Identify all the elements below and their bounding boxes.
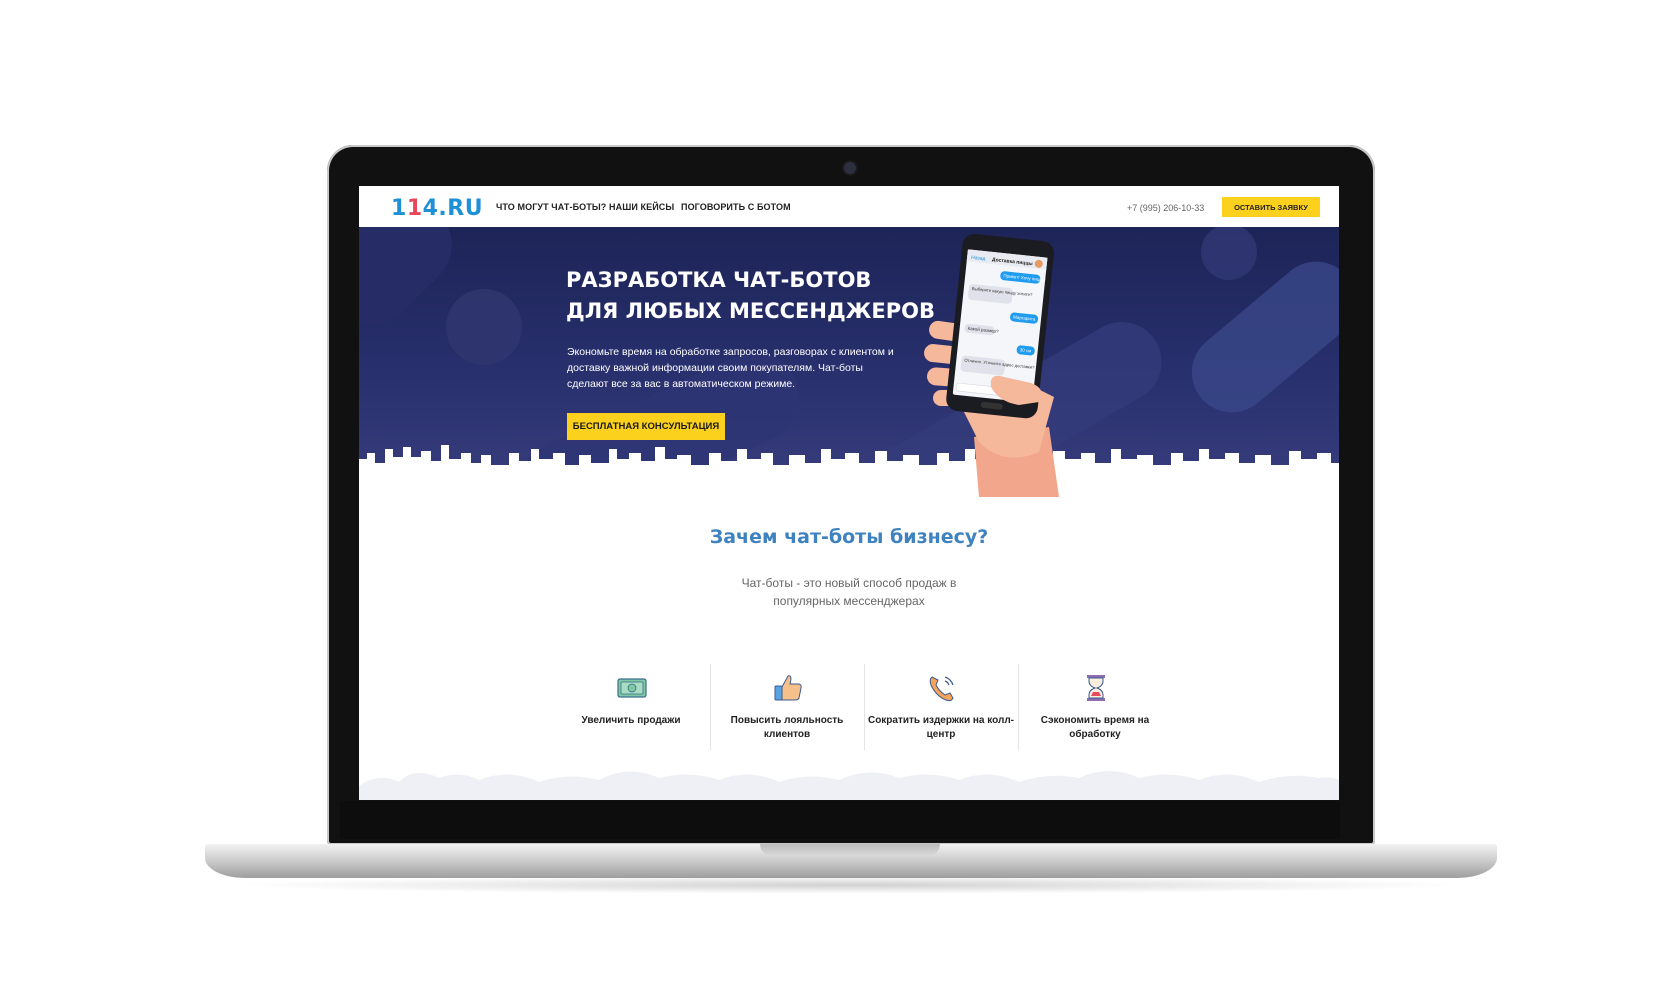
feature-label: Сократить издержки на колл-центр xyxy=(867,715,1015,740)
leave-request-button[interactable]: ОСТАВИТЬ ЗАЯВКУ xyxy=(1222,197,1320,217)
feature-increase-sales: Увеличить продажи xyxy=(554,664,708,754)
feature-label: Увеличить продажи xyxy=(581,715,681,726)
phone-call-icon xyxy=(929,676,954,702)
laptop-bezel xyxy=(340,801,1340,839)
hero-section: РАЗРАБОТКА ЧАТ-БОТОВ ДЛЯ ЛЮБЫХ МЕССЕНДЖЕ… xyxy=(359,227,1339,497)
feature-label: Повысить лояльность клиентов xyxy=(730,715,844,740)
clouds-decoration xyxy=(359,771,1339,800)
nav-link-what-bots-can[interactable]: ЧТО МОГУТ ЧАТ-БОТЫ? xyxy=(496,202,606,212)
hand-phone-illustration: Назад Доставка пиццы Привет! Хочу пиццу!… xyxy=(924,233,1059,497)
why-title: Зачем чат-боты бизнесу? xyxy=(709,526,989,548)
hero-description: Экономьте время на обработке запросов, р… xyxy=(567,346,894,390)
hero-title: РАЗРАБОТКА ЧАТ-БОТОВ ДЛЯ ЛЮБЫХ МЕССЕНДЖЕ… xyxy=(566,265,935,327)
thumbs-up-icon xyxy=(774,675,802,701)
hero-title-line-2: ДЛЯ ЛЮБЫХ МЕССЕНДЖЕРОВ xyxy=(566,299,935,323)
site-logo[interactable]: 114.RU xyxy=(391,196,483,221)
feature-label: Сэкономить время на обработку xyxy=(1040,715,1150,740)
nav-link-cases[interactable]: НАШИ КЕЙСЫ xyxy=(609,202,674,212)
hero-title-line-1: РАЗРАБОТКА ЧАТ-БОТОВ xyxy=(566,268,872,292)
nav-link-talk-to-bot[interactable]: ПОГОВОРИТЬ С БОТОМ xyxy=(681,202,791,212)
feature-loyalty: Повысить лояльность клиентов xyxy=(710,664,864,754)
header-phone[interactable]: +7 (995) 206-10-33 xyxy=(1127,203,1204,213)
why-subtitle: Чат-боты - это новый способ продаж в поп… xyxy=(741,576,957,608)
webcam-icon xyxy=(844,162,856,174)
laptop-shadow xyxy=(230,876,1470,894)
features-row: Увеличить продажи Повысить лояльность кл… xyxy=(554,664,1170,754)
hourglass-icon xyxy=(1087,675,1105,701)
free-consultation-button[interactable]: БЕСПЛАТНАЯ КОНСУЛЬТАЦИЯ xyxy=(567,413,725,440)
site-header: 114.RU ЧТО МОГУТ ЧАТ-БОТЫ? НАШИ КЕЙСЫ ПО… xyxy=(359,186,1339,227)
laptop-notch xyxy=(760,844,940,856)
feature-save-time: Сэкономить время на обработку xyxy=(1018,664,1172,754)
feature-reduce-costs: Сократить издержки на колл-центр xyxy=(864,664,1018,754)
money-icon xyxy=(617,678,647,698)
website-screen: 114.RU ЧТО МОГУТ ЧАТ-БОТЫ? НАШИ КЕЙСЫ ПО… xyxy=(359,186,1339,800)
